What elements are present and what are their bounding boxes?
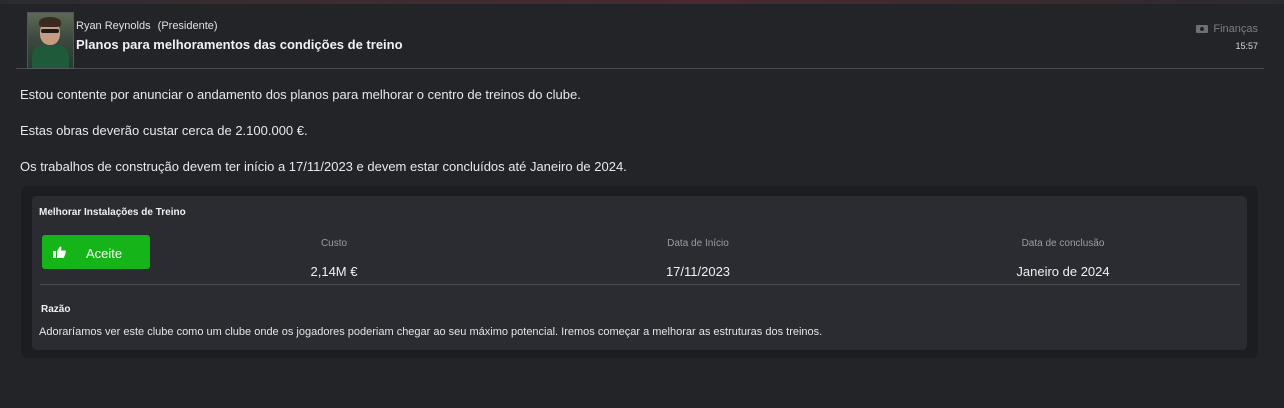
- avatar-glasses: [41, 29, 59, 33]
- message-header: Ryan Reynolds (Presidente) Planos para m…: [16, 10, 1264, 69]
- proposal-card: Melhorar Instalações de Treino Aceite Cu…: [32, 196, 1247, 350]
- end-date-label: Data de conclusão: [1021, 238, 1105, 249]
- avatar[interactable]: [27, 12, 74, 69]
- message-paragraph-3: Os trabalhos de construção devem ter iní…: [20, 159, 627, 174]
- reason-text: Adoraríamos ver este clube como um clube…: [39, 326, 823, 338]
- message-time: 15:57: [1235, 41, 1258, 51]
- accept-button[interactable]: Aceite: [42, 235, 150, 269]
- end-date-column: Data de conclusão Janeiro de 2024: [963, 238, 1163, 279]
- proposal-panel: Melhorar Instalações de Treino Aceite Cu…: [21, 186, 1258, 358]
- accept-button-label: Aceite: [86, 246, 123, 261]
- sender-line: Ryan Reynolds (Presidente): [76, 20, 218, 32]
- start-date-label: Data de Início: [667, 238, 729, 249]
- category-label: Finanças: [1213, 23, 1258, 35]
- proposal-title: Melhorar Instalações de Treino: [39, 207, 186, 218]
- category-tag[interactable]: Finanças: [1196, 23, 1258, 35]
- sender-role: (Presidente): [157, 20, 218, 32]
- cost-value: 2,14M €: [310, 264, 358, 279]
- thumbs-up-icon: [53, 246, 66, 258]
- avatar-hair: [39, 17, 61, 27]
- start-date-column: Data de Início 17/11/2023: [598, 238, 798, 279]
- panel-divider: [40, 284, 1240, 285]
- cost-column: Custo 2,14M €: [234, 238, 434, 279]
- avatar-shirt: [32, 45, 69, 68]
- start-date-value: 17/11/2023: [665, 264, 731, 279]
- cost-label: Custo: [320, 238, 348, 249]
- top-banner-strip: [0, 0, 1284, 4]
- message-subject: Planos para melhoramentos das condições …: [76, 37, 403, 52]
- end-date-value: Janeiro de 2024: [1016, 264, 1110, 279]
- finance-tag-icon: [1196, 25, 1209, 33]
- message-paragraph-1: Estou contente por anunciar o andamento …: [20, 87, 581, 102]
- sender-name[interactable]: Ryan Reynolds: [76, 20, 151, 32]
- reason-title: Razão: [41, 304, 71, 315]
- message-paragraph-2: Estas obras deverão custar cerca de 2.10…: [20, 123, 308, 138]
